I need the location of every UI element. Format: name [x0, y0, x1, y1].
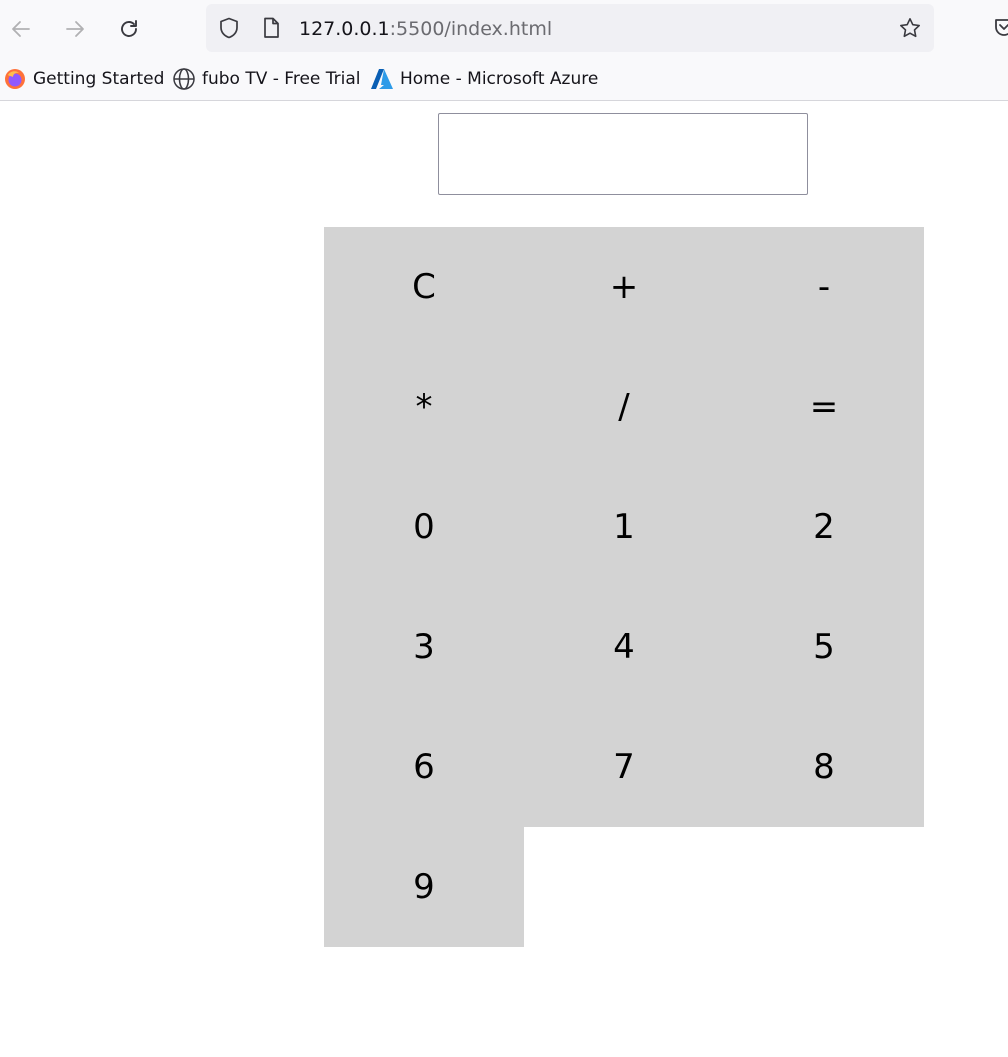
key-6[interactable]: 6 [324, 707, 524, 827]
url-path: :5500/index.html [389, 18, 553, 40]
forward-arrow-icon [63, 17, 87, 41]
back-arrow-icon [9, 17, 33, 41]
key-multiply[interactable]: * [324, 347, 524, 467]
bookmarks-bar: Getting Started fubo TV - Free Trial Hom… [0, 58, 1008, 101]
key-divide[interactable]: / [524, 347, 724, 467]
back-button[interactable] [5, 13, 37, 45]
key-7[interactable]: 7 [524, 707, 724, 827]
key-3[interactable]: 3 [324, 587, 524, 707]
browser-toolbar: 127.0.0.1:5500/index.html [0, 0, 1008, 58]
key-equals[interactable]: = [724, 347, 924, 467]
key-8[interactable]: 8 [724, 707, 924, 827]
calculator-display[interactable] [438, 113, 808, 195]
url-text[interactable]: 127.0.0.1:5500/index.html [299, 4, 552, 52]
key-subtract[interactable]: - [724, 227, 924, 347]
reload-icon [117, 17, 141, 41]
key-add[interactable]: + [524, 227, 724, 347]
star-icon[interactable] [898, 16, 922, 40]
pocket-icon[interactable] [994, 16, 1008, 40]
key-1[interactable]: 1 [524, 467, 724, 587]
bookmark-microsoft-azure[interactable]: Home - Microsoft Azure [370, 58, 598, 100]
key-2[interactable]: 2 [724, 467, 924, 587]
url-host: 127.0.0.1 [299, 18, 390, 40]
firefox-icon [3, 67, 27, 91]
key-0[interactable]: 0 [324, 467, 524, 587]
reload-button[interactable] [113, 13, 145, 45]
globe-icon [172, 67, 196, 91]
azure-icon [370, 67, 394, 91]
key-clear[interactable]: C [324, 227, 524, 347]
page-icon[interactable] [259, 16, 283, 40]
address-bar[interactable]: 127.0.0.1:5500/index.html [206, 4, 934, 52]
key-9[interactable]: 9 [324, 827, 524, 947]
key-5[interactable]: 5 [724, 587, 924, 707]
calculator-keypad: C + - * / = 0 1 2 3 4 5 6 7 8 9 [324, 227, 924, 947]
forward-button[interactable] [59, 13, 91, 45]
bookmark-label: fubo TV - Free Trial [202, 69, 361, 89]
shield-icon[interactable] [217, 16, 241, 40]
bookmark-label: Home - Microsoft Azure [400, 69, 599, 89]
key-4[interactable]: 4 [524, 587, 724, 707]
bookmark-fubo-tv[interactable]: fubo TV - Free Trial [172, 58, 361, 100]
bookmark-getting-started[interactable]: Getting Started [3, 58, 164, 100]
bookmark-label: Getting Started [33, 69, 165, 89]
